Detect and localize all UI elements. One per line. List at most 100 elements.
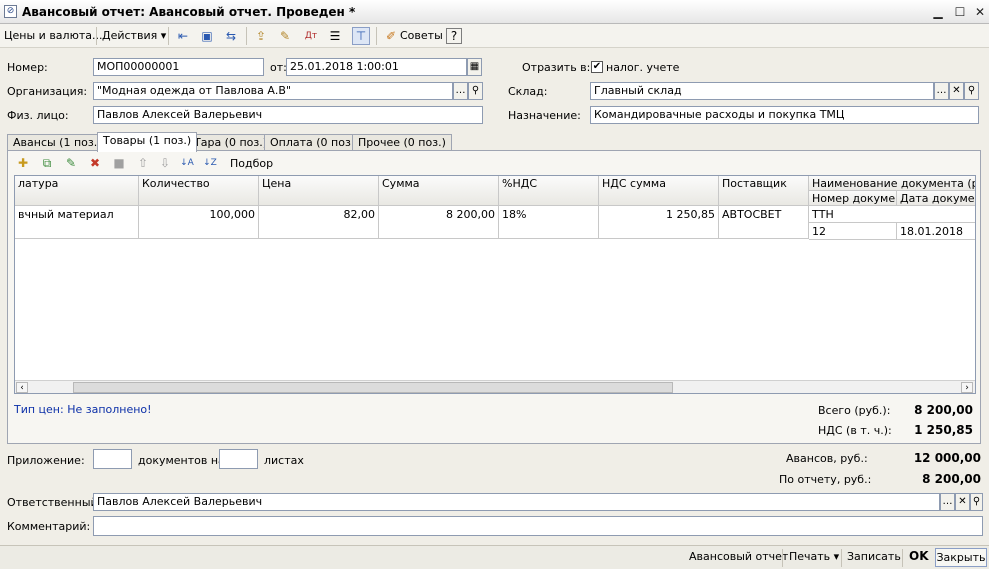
- save-button[interactable]: Записать: [847, 550, 901, 563]
- cell-quantity[interactable]: 100,000: [139, 206, 259, 239]
- back-arrow-icon[interactable]: ⇤: [174, 27, 192, 45]
- column-header-document-name[interactable]: Наименование документа (рас...: [809, 176, 975, 191]
- calendar-icon[interactable]: ▦: [467, 58, 482, 76]
- purpose-field[interactable]: Командировачные расходы и покупка ТМЦ: [590, 106, 979, 124]
- cell-supplier[interactable]: АВТОСВЕТ: [719, 206, 809, 239]
- column-header-price[interactable]: Цена: [259, 176, 379, 206]
- edit-row-icon[interactable]: ✎: [62, 154, 80, 172]
- comment-label: Комментарий:: [7, 520, 91, 533]
- attachment-documents-field[interactable]: [93, 449, 132, 469]
- report-icon[interactable]: ☰: [326, 27, 344, 45]
- cell-sum[interactable]: 8 200,00: [379, 206, 499, 239]
- copy-row-icon[interactable]: ⧉: [38, 154, 56, 172]
- horizontal-scrollbar[interactable]: ‹ ›: [15, 380, 975, 393]
- column-header-nomenclature[interactable]: латура: [15, 176, 139, 206]
- select-ellipsis-button[interactable]: …: [940, 493, 955, 511]
- total-label: Всего (руб.):: [818, 404, 891, 417]
- cell-vat-sum[interactable]: 1 250,85: [599, 206, 719, 239]
- add-row-icon[interactable]: ✚: [14, 154, 32, 172]
- tab-advances[interactable]: Авансы (1 поз.): [7, 134, 108, 151]
- cell-document-number[interactable]: 12: [809, 223, 897, 240]
- tax-accounting-checkbox[interactable]: ✔: [591, 61, 603, 73]
- advice-button[interactable]: Советы: [400, 29, 443, 42]
- refresh-icon[interactable]: ⇆: [222, 27, 240, 45]
- dt-kt-icon[interactable]: Дт: [302, 27, 320, 45]
- column-header-vat-sum[interactable]: НДС сумма: [599, 176, 719, 206]
- person-field[interactable]: Павлов Алексей Валерьевич: [93, 106, 483, 124]
- unpost-document-icon[interactable]: ✎: [276, 27, 294, 45]
- ok-button[interactable]: OK: [909, 549, 929, 563]
- advice-icon[interactable]: ✐: [382, 27, 400, 45]
- purpose-label: Назначение:: [508, 109, 581, 122]
- clear-icon[interactable]: ✕: [955, 493, 970, 511]
- advances-label: Авансов, руб.:: [786, 452, 868, 465]
- toolbar-separator: [376, 27, 377, 45]
- cell-document-date[interactable]: 18.01.2018: [897, 223, 975, 240]
- organization-label: Организация:: [7, 85, 88, 98]
- close-button[interactable]: Закрыть: [935, 548, 987, 567]
- goods-table: латура Количество Цена Сумма %НДС НДС су…: [14, 175, 976, 394]
- toolbar-separator: [96, 27, 97, 45]
- open-search-icon[interactable]: ⚲: [468, 82, 483, 100]
- delete-row-icon[interactable]: ✖: [86, 154, 104, 172]
- selection-button[interactable]: Подбор: [230, 157, 273, 170]
- price-type-link[interactable]: Тип цен: Не заполнено!: [14, 403, 152, 416]
- by-report-value: 8 200,00: [922, 472, 981, 486]
- tab-other[interactable]: Прочее (0 поз.): [352, 134, 452, 151]
- close-icon[interactable]: ✕: [972, 4, 988, 20]
- column-header-sum[interactable]: Сумма: [379, 176, 499, 206]
- column-header-document-number[interactable]: Номер докуме...: [809, 191, 897, 206]
- column-header-quantity[interactable]: Количество: [139, 176, 259, 206]
- structure-icon[interactable]: ▣: [198, 27, 216, 45]
- column-header-supplier[interactable]: Поставщик: [719, 176, 809, 206]
- cell-vat-percent[interactable]: 18%: [499, 206, 599, 239]
- tax-accounting-label: налог. учете: [606, 61, 680, 74]
- advance-report-button[interactable]: Авансовый отчет: [689, 550, 788, 563]
- vat-total-value: 1 250,85: [914, 423, 973, 437]
- tab-payment[interactable]: Оплата (0 поз.): [264, 134, 365, 151]
- actions-menu-button[interactable]: Действия ▾: [102, 29, 166, 42]
- move-down-icon[interactable]: ⇩: [156, 154, 174, 172]
- attachment-sheets-field[interactable]: [219, 449, 258, 469]
- scrollbar-thumb[interactable]: [73, 382, 673, 393]
- end-edit-icon[interactable]: ■: [110, 154, 128, 172]
- open-search-icon[interactable]: ⚲: [970, 493, 983, 511]
- structure-toggle-icon[interactable]: ⊤: [352, 27, 370, 45]
- toolbar-separator: [168, 27, 169, 45]
- move-up-icon[interactable]: ⇧: [134, 154, 152, 172]
- responsible-field[interactable]: Павлов Алексей Валерьевич: [93, 493, 940, 511]
- warehouse-field[interactable]: Главный склад: [590, 82, 934, 100]
- tab-containers[interactable]: Тара (0 поз.): [188, 134, 274, 151]
- print-menu-button[interactable]: Печать ▾: [789, 550, 839, 563]
- clear-icon[interactable]: ✕: [949, 82, 964, 100]
- cell-document-name[interactable]: ТТН: [809, 206, 975, 223]
- minimize-icon[interactable]: ▁: [930, 4, 946, 20]
- column-header-document-date[interactable]: Дата докуме...: [897, 191, 975, 206]
- maximize-icon[interactable]: ☐: [952, 4, 968, 20]
- select-ellipsis-button[interactable]: …: [453, 82, 468, 100]
- documents-on-label: документов на: [138, 454, 225, 467]
- scroll-right-icon[interactable]: ›: [961, 382, 973, 393]
- sort-ascending-icon[interactable]: ↓A: [178, 154, 196, 172]
- person-label: Физ. лицо:: [7, 109, 69, 122]
- post-document-icon[interactable]: ⇪: [252, 27, 270, 45]
- number-field[interactable]: МОП00000001: [93, 58, 264, 76]
- cell-nomenclature[interactable]: вчный материал: [15, 206, 139, 239]
- open-search-icon[interactable]: ⚲: [964, 82, 979, 100]
- select-ellipsis-button[interactable]: …: [934, 82, 949, 100]
- table-row[interactable]: вчный материал 100,000 82,00 8 200,00 18…: [15, 206, 975, 240]
- prices-currency-button[interactable]: Цены и валюта...: [4, 29, 102, 42]
- column-header-vat-percent[interactable]: %НДС: [499, 176, 599, 206]
- tab-goods[interactable]: Товары (1 поз.): [97, 132, 198, 152]
- scroll-left-icon[interactable]: ‹: [16, 382, 28, 393]
- window-title: Авансовый отчет: Авансовый отчет. Провед…: [22, 5, 356, 19]
- sort-descending-icon[interactable]: ↓Z: [201, 154, 219, 172]
- responsible-label: Ответственный:: [7, 496, 102, 509]
- help-icon[interactable]: ?: [446, 28, 462, 44]
- organization-field[interactable]: "Модная одежда от Павлова А.В": [93, 82, 453, 100]
- cell-price[interactable]: 82,00: [259, 206, 379, 239]
- date-field[interactable]: 25.01.2018 1:00:01: [286, 58, 467, 76]
- statusbar-separator: [782, 549, 783, 567]
- number-label: Номер:: [7, 61, 48, 74]
- comment-field[interactable]: [93, 516, 983, 536]
